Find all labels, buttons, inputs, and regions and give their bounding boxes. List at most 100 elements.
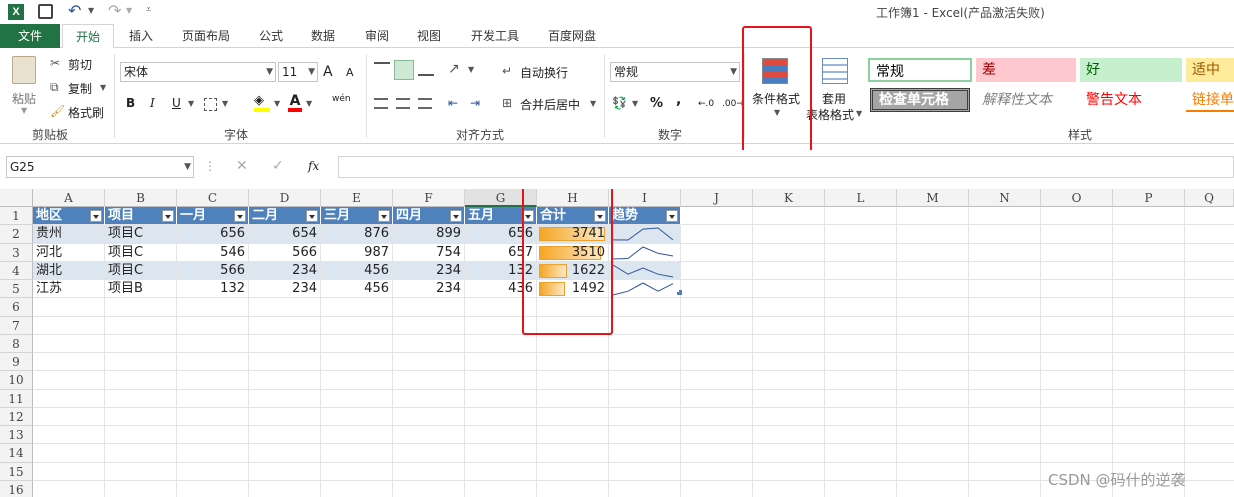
tab-data[interactable]: 数据	[300, 24, 346, 48]
orientation-icon[interactable]: ↗	[448, 60, 460, 78]
currency-icon[interactable]: 💱	[612, 94, 627, 112]
copy-dropdown-icon[interactable]: ▼	[100, 83, 106, 92]
table-cell[interactable]: 456	[321, 261, 393, 280]
tab-developer[interactable]: 开发工具	[462, 24, 528, 48]
column-header-q[interactable]: Q	[1185, 189, 1234, 207]
row-header-8[interactable]: 8	[0, 334, 33, 353]
align-right-icon[interactable]	[418, 98, 432, 109]
formula-bar-menu-icon[interactable]: ⋮	[204, 159, 216, 173]
row-header-16[interactable]: 16	[0, 480, 33, 497]
row-header-15[interactable]: 15	[0, 462, 33, 481]
tab-page-layout[interactable]: 页面布局	[174, 24, 238, 48]
font-size-combo[interactable]: 11 ▼	[278, 62, 318, 82]
select-all-corner[interactable]	[0, 189, 33, 207]
row-header-3[interactable]: 3	[0, 243, 33, 262]
tab-baidu-netdisk[interactable]: 百度网盘	[540, 24, 604, 48]
undo-dropdown-icon[interactable]: ▼	[88, 6, 94, 15]
border-dropdown-icon[interactable]: ▼	[222, 99, 228, 108]
align-middle-icon[interactable]	[394, 60, 414, 80]
copy-button[interactable]: 复制	[68, 80, 92, 97]
column-header-e[interactable]: E	[321, 189, 393, 207]
font-color-dropdown-icon[interactable]: ▼	[306, 99, 312, 108]
table-cell[interactable]: 656	[177, 225, 249, 244]
table-cell[interactable]: 546	[177, 243, 249, 262]
table-cell[interactable]: 234	[249, 280, 321, 299]
row-header-1[interactable]: 1	[0, 207, 33, 226]
table-cell[interactable]: 899	[393, 225, 465, 244]
row-header-10[interactable]: 10	[0, 371, 33, 390]
insert-function-button[interactable]: fx	[308, 159, 319, 173]
table-cell[interactable]: 654	[249, 225, 321, 244]
tab-home[interactable]: 开始	[62, 24, 114, 49]
style-warning[interactable]: 警告文本	[1080, 88, 1182, 112]
column-header-a[interactable]: A	[33, 189, 105, 207]
table-cell[interactable]: 江苏	[33, 280, 105, 299]
table-cell[interactable]: 234	[393, 261, 465, 280]
font-name-combo[interactable]: 宋体 ▼	[120, 62, 276, 82]
table-cell[interactable]: 项目B	[105, 280, 177, 299]
cancel-icon[interactable]: ✕	[236, 158, 248, 174]
paste-dropdown-icon[interactable]: ▼	[21, 106, 27, 115]
row-header-11[interactable]: 11	[0, 389, 33, 408]
table-cell[interactable]: 987	[321, 243, 393, 262]
row-header-5[interactable]: 5	[0, 280, 33, 299]
table-cell[interactable]: 876	[321, 225, 393, 244]
table-cell[interactable]: 河北	[33, 243, 105, 262]
table-header-cell[interactable]: 一月	[177, 207, 249, 226]
italic-button[interactable]: I	[150, 96, 155, 110]
border-icon[interactable]	[204, 98, 217, 111]
table-resize-handle[interactable]	[677, 290, 682, 295]
column-header-j[interactable]: J	[681, 189, 753, 207]
tab-formulas[interactable]: 公式	[248, 24, 294, 48]
table-cell[interactable]: 234	[249, 261, 321, 280]
increase-indent-icon[interactable]: ⇥	[470, 94, 480, 112]
style-linked-cell[interactable]: 链接单	[1186, 88, 1234, 112]
bold-button[interactable]: B	[126, 96, 135, 110]
table-format-dropdown-icon[interactable]: ▼	[856, 109, 862, 118]
cut-button[interactable]: 剪切	[68, 56, 92, 73]
enter-icon[interactable]: ✓	[272, 158, 284, 174]
table-header-cell[interactable]: 项目	[105, 207, 177, 226]
decrease-decimal-icon[interactable]: .00→	[722, 95, 744, 113]
tab-view[interactable]: 视图	[406, 24, 452, 48]
table-header-cell[interactable]: 三月	[321, 207, 393, 226]
decrease-indent-icon[interactable]: ⇤	[448, 94, 458, 112]
name-box[interactable]: G25 ▼	[6, 156, 194, 178]
filter-dropdown-icon[interactable]	[234, 210, 246, 222]
wrap-text-button[interactable]: 自动换行	[520, 64, 568, 81]
row-header-6[interactable]: 6	[0, 298, 33, 317]
table-cell[interactable]: 项目C	[105, 243, 177, 262]
tab-review[interactable]: 审阅	[354, 24, 400, 48]
row-header-13[interactable]: 13	[0, 426, 33, 445]
table-cell[interactable]: 566	[177, 261, 249, 280]
filter-dropdown-icon[interactable]	[450, 210, 462, 222]
table-header-cell[interactable]: 趋势	[609, 207, 681, 226]
column-header-p[interactable]: P	[1113, 189, 1185, 207]
row-header-14[interactable]: 14	[0, 444, 33, 463]
table-header-cell[interactable]: 四月	[393, 207, 465, 226]
table-cell[interactable]: 项目C	[105, 261, 177, 280]
merge-dropdown-icon[interactable]: ▼	[590, 99, 596, 108]
row-header-2[interactable]: 2	[0, 225, 33, 244]
table-cell[interactable]: 项目C	[105, 225, 177, 244]
underline-button[interactable]: U	[172, 96, 181, 110]
table-header-cell[interactable]: 二月	[249, 207, 321, 226]
tab-file[interactable]: 文件	[0, 24, 60, 48]
style-neutral[interactable]: 适中	[1186, 58, 1234, 82]
column-header-o[interactable]: O	[1041, 189, 1113, 207]
row-header-12[interactable]: 12	[0, 407, 33, 426]
filter-dropdown-icon[interactable]	[666, 210, 678, 222]
filter-dropdown-icon[interactable]	[306, 210, 318, 222]
column-header-b[interactable]: B	[105, 189, 177, 207]
row-header-9[interactable]: 9	[0, 353, 33, 372]
currency-dropdown-icon[interactable]: ▼	[632, 99, 638, 108]
filter-dropdown-icon[interactable]	[90, 210, 102, 222]
save-icon[interactable]	[38, 4, 53, 19]
shrink-font-button[interactable]: A	[346, 66, 354, 79]
tab-insert[interactable]: 插入	[118, 24, 164, 48]
style-explanatory[interactable]: 解释性文本	[976, 88, 1076, 112]
style-normal[interactable]: 常规	[868, 58, 972, 82]
sparkline-cell[interactable]	[609, 243, 681, 262]
fill-color-dropdown-icon[interactable]: ▼	[274, 99, 280, 108]
undo-icon[interactable]: ↶	[68, 1, 81, 20]
